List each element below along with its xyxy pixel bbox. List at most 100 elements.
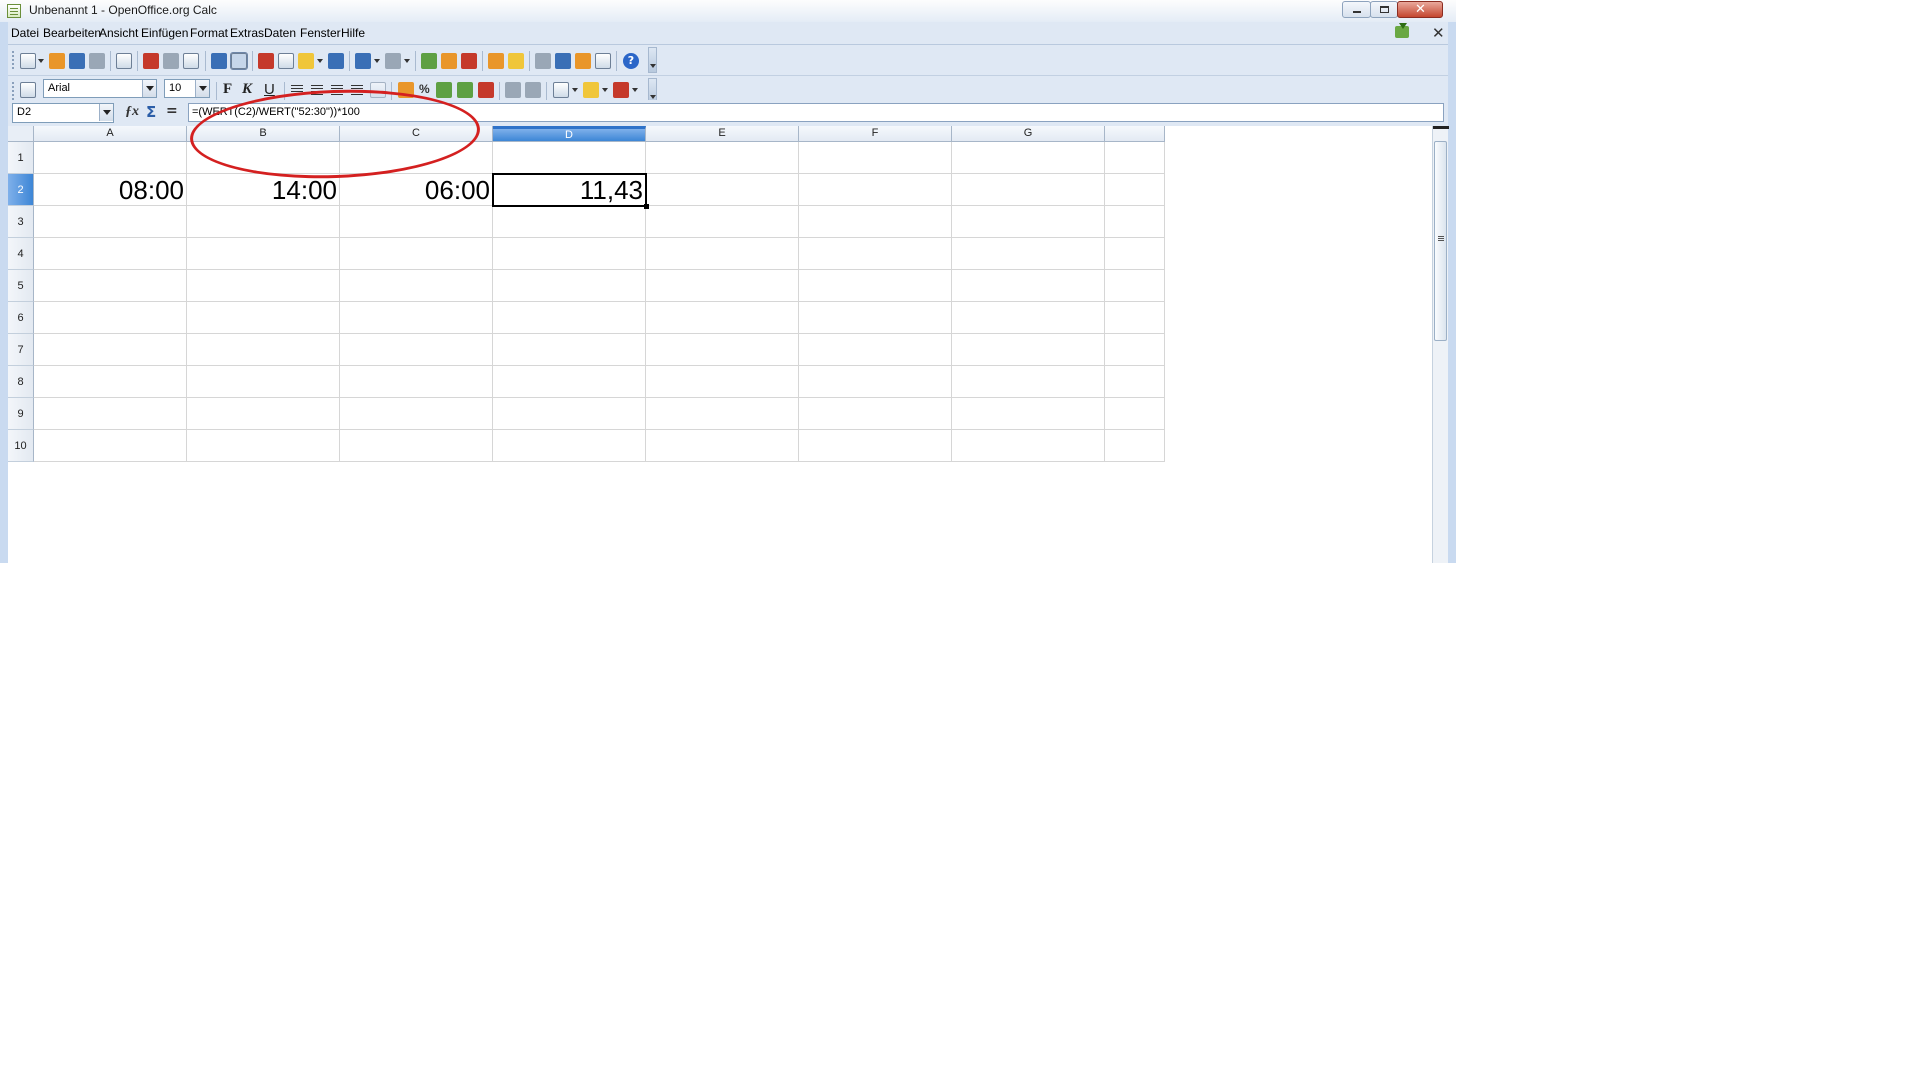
grid-cell[interactable]: [34, 142, 187, 174]
menu-bearbeiten[interactable]: Bearbeiten: [43, 26, 101, 40]
row-header-8[interactable]: 8: [8, 366, 34, 398]
menu-ansicht[interactable]: Ansicht: [99, 26, 138, 40]
edit-icon[interactable]: [116, 53, 132, 69]
paste-dropdown-icon[interactable]: [317, 59, 323, 63]
grid-cell[interactable]: [493, 238, 646, 270]
grid-cell[interactable]: [646, 270, 799, 302]
grid-cell[interactable]: [799, 430, 952, 462]
grid-cell[interactable]: [493, 142, 646, 174]
grid-cell[interactable]: [187, 206, 340, 238]
grid-cell[interactable]: [799, 334, 952, 366]
grid-cell[interactable]: [952, 142, 1105, 174]
paste-icon[interactable]: [298, 53, 314, 69]
grid-cell[interactable]: [1105, 206, 1165, 238]
grid-cell[interactable]: [340, 398, 493, 430]
row-header-7[interactable]: 7: [8, 334, 34, 366]
spellcheck-icon[interactable]: [211, 53, 227, 69]
grid-cell[interactable]: [1105, 238, 1165, 270]
grid-cell[interactable]: [340, 430, 493, 462]
grid-cell[interactable]: [1105, 366, 1165, 398]
pdf-icon[interactable]: [143, 53, 159, 69]
open-icon[interactable]: [49, 53, 65, 69]
grid-cell[interactable]: [952, 302, 1105, 334]
grid-cell[interactable]: [1105, 302, 1165, 334]
grid-cell[interactable]: [34, 270, 187, 302]
grid-cell[interactable]: [799, 270, 952, 302]
styles-icon[interactable]: [20, 82, 36, 98]
menu-fenster[interactable]: Fenster: [300, 26, 341, 40]
grid-cell[interactable]: [187, 398, 340, 430]
menu-datei[interactable]: Datei: [11, 26, 39, 40]
gallery-icon[interactable]: [575, 53, 591, 69]
row-header-3[interactable]: 3: [8, 206, 34, 238]
grid-cell[interactable]: [187, 302, 340, 334]
close-document-icon[interactable]: ✕: [1432, 24, 1445, 42]
column-header-h[interactable]: [1105, 126, 1165, 142]
grid-cell[interactable]: [340, 366, 493, 398]
column-header-f[interactable]: F: [799, 126, 952, 142]
sum-icon[interactable]: Σ: [146, 103, 156, 121]
new-dropdown-icon[interactable]: [38, 59, 44, 63]
background-color-icon[interactable]: [583, 82, 599, 98]
grid-cell[interactable]: [952, 238, 1105, 270]
function-icon[interactable]: =: [166, 103, 178, 119]
font-size-dropdown-icon[interactable]: [195, 80, 209, 97]
column-header-a[interactable]: A: [34, 126, 187, 142]
grid-cell[interactable]: [646, 366, 799, 398]
row-header-1[interactable]: 1: [8, 142, 34, 174]
undo-icon[interactable]: [355, 53, 371, 69]
row-header-6[interactable]: 6: [8, 302, 34, 334]
borders-icon[interactable]: [553, 82, 569, 98]
font-name-combo[interactable]: Arial: [43, 79, 157, 98]
select-all-corner[interactable]: [8, 126, 34, 142]
row-header-4[interactable]: 4: [8, 238, 34, 270]
scrollbar-thumb[interactable]: [1434, 141, 1447, 341]
redo-icon[interactable]: [385, 53, 401, 69]
grid-cell[interactable]: [340, 270, 493, 302]
column-header-e[interactable]: E: [646, 126, 799, 142]
preview-icon[interactable]: [183, 53, 199, 69]
grid-cell[interactable]: [493, 206, 646, 238]
cell-a2[interactable]: 08:00: [34, 174, 187, 206]
grid-cell[interactable]: [34, 238, 187, 270]
navigator-icon[interactable]: [555, 53, 571, 69]
draw-icon[interactable]: [508, 53, 524, 69]
copy-icon[interactable]: [278, 53, 294, 69]
toolbar-handle[interactable]: [12, 51, 17, 69]
grid-cell[interactable]: [187, 334, 340, 366]
add-decimal-icon[interactable]: [457, 82, 473, 98]
grid-cell[interactable]: [493, 302, 646, 334]
grid-cell[interactable]: [646, 206, 799, 238]
scrollbar-split-handle[interactable]: [1433, 126, 1449, 129]
grid-cell[interactable]: [799, 206, 952, 238]
undo-dropdown-icon[interactable]: [374, 59, 380, 63]
menu-einfuegen[interactable]: Einfügen: [141, 26, 188, 40]
cell-b2[interactable]: 14:00: [187, 174, 340, 206]
decrease-indent-icon[interactable]: [505, 82, 521, 98]
grid-cell[interactable]: [34, 302, 187, 334]
maximize-button[interactable]: [1370, 1, 1398, 18]
grid-cell[interactable]: [187, 366, 340, 398]
grid-cell[interactable]: [493, 430, 646, 462]
grid-cell[interactable]: [34, 366, 187, 398]
column-header-g[interactable]: G: [952, 126, 1105, 142]
grid-cell[interactable]: [799, 398, 952, 430]
grid-cell[interactable]: [187, 430, 340, 462]
vertical-scrollbar[interactable]: [1432, 126, 1449, 563]
grid-cell[interactable]: [340, 238, 493, 270]
chart-icon[interactable]: [488, 53, 504, 69]
grid-cell[interactable]: [952, 398, 1105, 430]
borders-dropdown-icon[interactable]: [572, 88, 578, 92]
menu-daten[interactable]: Daten: [264, 26, 296, 40]
grid-cell[interactable]: [34, 430, 187, 462]
minimize-button[interactable]: [1342, 1, 1371, 18]
grid-cell[interactable]: [1105, 430, 1165, 462]
grid-cell[interactable]: [34, 206, 187, 238]
grid-cell[interactable]: [1105, 270, 1165, 302]
percent-button[interactable]: %: [419, 82, 430, 96]
cell-c2[interactable]: 06:00: [340, 174, 493, 206]
grid-cell[interactable]: [1105, 398, 1165, 430]
grid-cell[interactable]: [646, 398, 799, 430]
mail-icon[interactable]: [89, 53, 105, 69]
bold-button[interactable]: F: [223, 81, 232, 98]
